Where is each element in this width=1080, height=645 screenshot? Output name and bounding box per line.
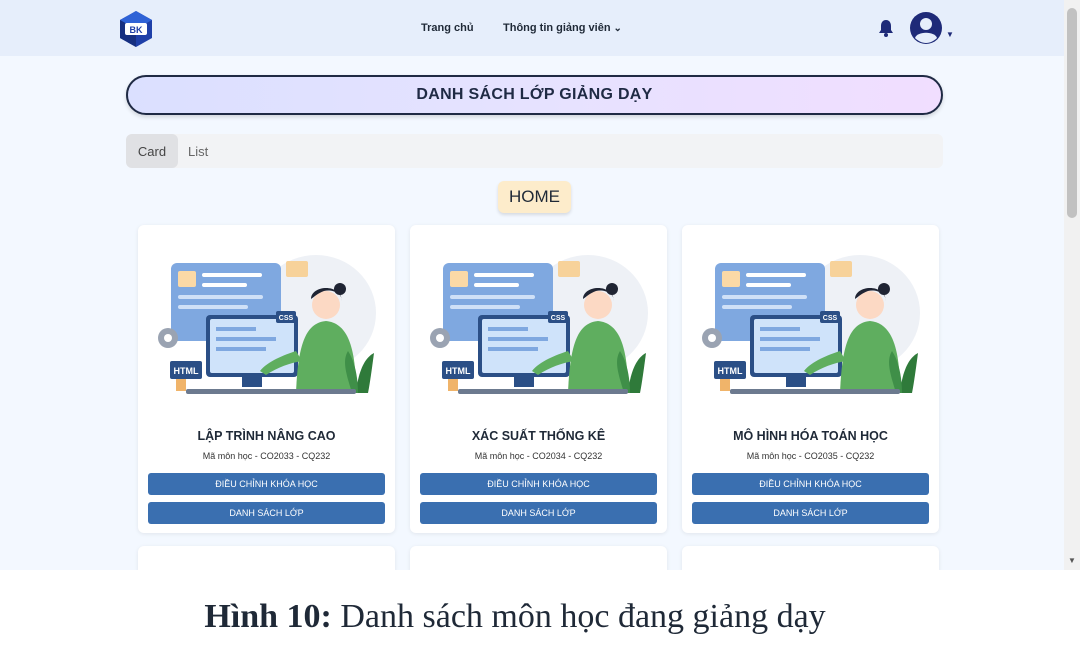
browser-viewport: BK Trang chủ Thông tin giảng viên ⌄ ▼ DAN… (0, 0, 1080, 570)
nav-lecturer-info-label: Thông tin giảng viên (503, 22, 611, 34)
course-card: HTML CSS LẬP TRÌNH NÂNG CAO Mã môn học -… (138, 225, 395, 533)
class-list-button[interactable]: DANH SÁCH LỚP (420, 502, 657, 524)
gear-icon (702, 328, 722, 348)
coding-illustration: HTML CSS (430, 255, 648, 394)
class-list-button[interactable]: DANH SÁCH LỚP (148, 502, 385, 524)
gear-icon (158, 328, 178, 348)
edit-course-button[interactable]: ĐIỀU CHỈNH KHÓA HỌC (148, 473, 385, 495)
html-label: HTML (174, 366, 199, 376)
nav-home-link[interactable]: Trang chủ (421, 22, 474, 34)
html-label: HTML (718, 366, 743, 376)
scroll-down-arrow-icon[interactable]: ▼ (1068, 556, 1076, 565)
view-toggle-card[interactable]: Card (126, 134, 178, 168)
html-label: HTML (446, 366, 471, 376)
home-badge: HOME (498, 181, 571, 213)
coding-illustration: HTML CSS (158, 255, 376, 394)
course-code: Mã môn học - CO2035 - CQ232 (746, 451, 875, 461)
edit-course-button[interactable]: ĐIỀU CHỈNH KHÓA HỌC (420, 473, 657, 495)
nav-lecturer-info-menu[interactable]: Thông tin giảng viên ⌄ (503, 22, 622, 34)
course-name: LẬP TRÌNH NÂNG CAO (197, 429, 336, 443)
top-navbar: BK Trang chủ Thông tin giảng viên ⌄ ▼ (0, 0, 1064, 56)
gear-icon (430, 328, 450, 348)
edit-course-button[interactable]: ĐIỀU CHỈNH KHÓA HỌC (692, 473, 929, 495)
course-card: HTML CSS XÁC SUẤT THỐNG KÊ Mã môn học - … (410, 225, 667, 533)
page-title: DANH SÁCH LỚP GIẢNG DẠY (416, 86, 653, 103)
course-name: XÁC SUẤT THỐNG KÊ (471, 429, 606, 443)
figure-caption: Hình 10: Danh sách môn học đang giảng dạ… (0, 598, 1030, 636)
page-title-banner: DANH SÁCH LỚP GIẢNG DẠY (126, 75, 943, 115)
figure-caption-text: Danh sách môn học đang giảng dạy (340, 598, 826, 635)
logo-text: BK (130, 25, 143, 35)
course-card-partial (682, 546, 939, 570)
figure-caption-label: Hình 10: (204, 598, 332, 635)
avatar-caret-icon[interactable]: ▼ (946, 30, 954, 39)
logo-icon[interactable]: BK (114, 10, 158, 48)
course-code: Mã môn học - CO2033 - CQ232 (202, 451, 331, 461)
course-code: Mã môn học - CO2034 - CQ232 (474, 451, 603, 461)
view-toggle-list[interactable]: List (188, 134, 208, 168)
course-card-partial (410, 546, 667, 570)
css-label: CSS (823, 315, 838, 322)
course-card: HTML CSS MÔ HÌNH HÓA TOÁN HỌC Mã môn học… (682, 225, 939, 533)
css-label: CSS (279, 315, 294, 322)
course-card-partial (138, 546, 395, 570)
coding-illustration: HTML CSS (702, 255, 920, 394)
class-list-button[interactable]: DANH SÁCH LỚP (692, 502, 929, 524)
user-avatar-icon[interactable] (908, 11, 944, 45)
course-name: MÔ HÌNH HÓA TOÁN HỌC (733, 429, 888, 443)
scrollbar-thumb[interactable] (1067, 8, 1077, 218)
css-label: CSS (551, 315, 566, 322)
bell-icon[interactable] (878, 19, 894, 37)
chevron-down-icon: ⌄ (613, 23, 622, 34)
vertical-scrollbar[interactable]: ▼ (1064, 0, 1080, 570)
view-toggle: Card List (126, 134, 943, 168)
